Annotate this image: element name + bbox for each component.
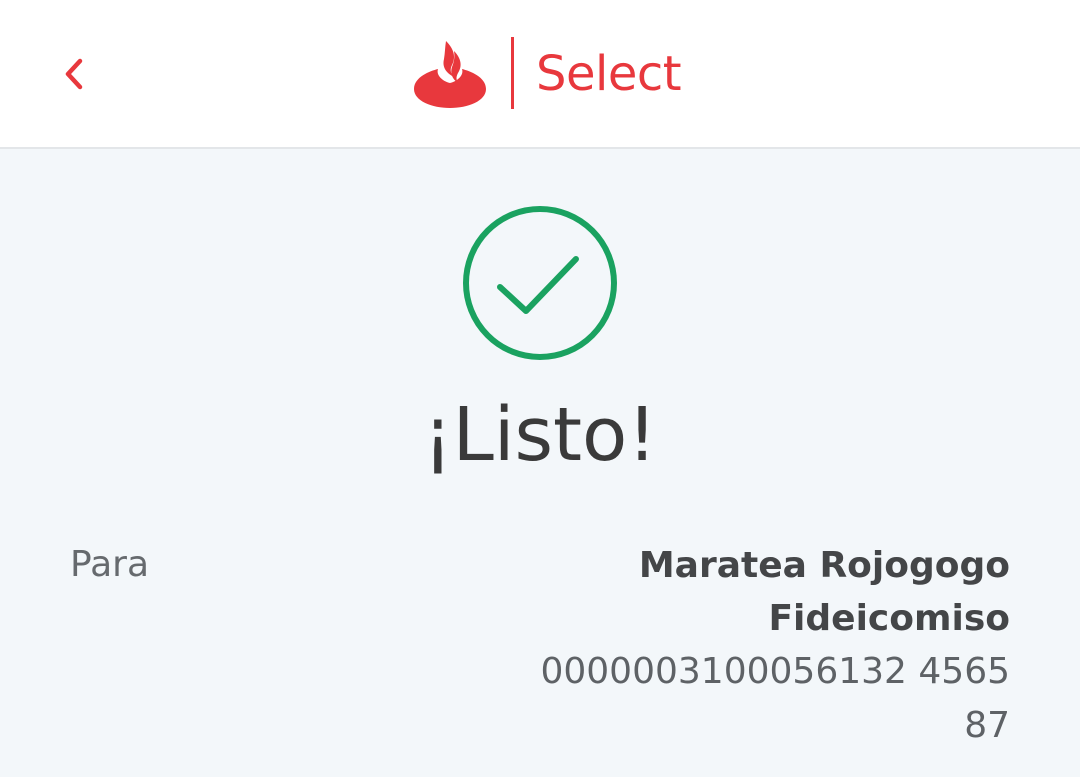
recipient-label: Para [70, 544, 150, 585]
santander-flame-icon [414, 41, 486, 108]
success-title: ¡Listo! [423, 392, 657, 478]
brand-name: Select [536, 46, 682, 102]
account-number-line2: 87 [964, 705, 1010, 746]
brand-logo: Select [412, 36, 682, 110]
chevron-left-icon [65, 58, 83, 90]
back-button[interactable] [52, 52, 96, 96]
recipient-details: Maratea Rojogogo Fideicomiso 00000031000… [490, 539, 1010, 753]
recipient-name-line1: Maratea Rojogogo [638, 545, 1010, 586]
app-header: Select [0, 0, 1080, 149]
account-number-line1: 0000003100056132 4565 [540, 651, 1010, 692]
recipient-name-line2: Fideicomiso [768, 598, 1010, 639]
confirmation-panel: ¡Listo! Para Maratea Rojogogo Fideicomis… [0, 149, 1080, 777]
check-circle-icon [463, 206, 617, 360]
logo-divider [511, 37, 514, 109]
